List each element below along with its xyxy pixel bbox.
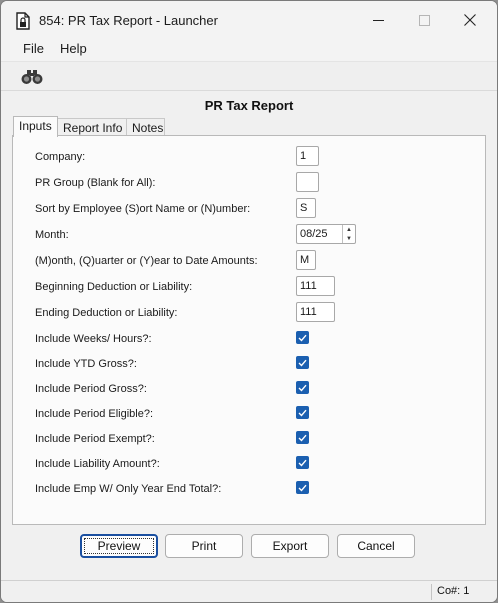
month-value: 08/25	[300, 228, 328, 240]
report-title: PR Tax Report	[204, 98, 294, 113]
mqy-label: (M)onth, (Q)uarter or (Y)ear to Date Amo…	[35, 255, 258, 267]
month-label: Month:	[35, 229, 69, 241]
binoculars-icon[interactable]	[21, 69, 43, 85]
include-ytd-gross-checkbox[interactable]	[296, 356, 309, 369]
checkmark-icon	[298, 434, 307, 442]
include-ytd-gross-label: Include YTD Gross?:	[35, 358, 137, 370]
tab-inputs[interactable]: Inputs	[13, 116, 58, 137]
status-bar: Co#: 1	[1, 580, 497, 602]
launcher-window: 854: PR Tax Report - Launcher File Help …	[0, 0, 498, 603]
print-button[interactable]: Print	[165, 534, 243, 558]
include-period-exempt-checkbox[interactable]	[296, 431, 309, 444]
minimize-icon	[372, 19, 384, 21]
ending-deduction-label: Ending Deduction or Liability:	[35, 307, 178, 319]
maximize-button[interactable]	[401, 1, 447, 39]
ending-deduction-field[interactable]: 111	[296, 302, 335, 322]
maximize-icon	[418, 14, 430, 26]
include-year-end-total-label: Include Emp W/ Only Year End Total?:	[35, 483, 222, 495]
include-period-eligible-label: Include Period Eligible?:	[35, 408, 154, 420]
month-spinner[interactable]: ▲ ▼	[342, 225, 355, 243]
company-label: Company:	[35, 151, 86, 163]
menu-help[interactable]: Help	[60, 41, 87, 56]
include-weeks-hours-checkbox[interactable]	[296, 331, 309, 344]
checkmark-icon	[298, 334, 307, 342]
beginning-deduction-label: Beginning Deduction or Liability:	[35, 281, 193, 293]
menu-file[interactable]: File	[23, 41, 44, 56]
include-liability-amount-label: Include Liability Amount?:	[35, 458, 160, 470]
sort-by-label: Sort by Employee (S)ort Name or (N)umber…	[35, 203, 251, 215]
inputs-panel: Company: 1 PR Group (Blank for All): Sor…	[12, 135, 486, 525]
include-period-gross-checkbox[interactable]	[296, 381, 309, 394]
close-icon	[464, 14, 476, 26]
checkmark-icon	[298, 484, 307, 492]
mqy-field[interactable]: M	[296, 250, 316, 270]
cancel-button[interactable]: Cancel	[337, 534, 415, 558]
checkmark-icon	[298, 384, 307, 392]
preview-button[interactable]: Preview	[80, 534, 158, 558]
close-button[interactable]	[447, 1, 493, 39]
include-liability-amount-checkbox[interactable]	[296, 456, 309, 469]
spin-up-icon[interactable]: ▲	[343, 225, 355, 234]
app-document-icon	[16, 12, 30, 30]
menu-bar: File Help	[1, 39, 497, 61]
include-period-gross-label: Include Period Gross?:	[35, 383, 147, 395]
company-field[interactable]: 1	[296, 146, 319, 166]
include-weeks-hours-label: Include Weeks/ Hours?:	[35, 333, 152, 345]
checkmark-icon	[298, 459, 307, 467]
title-bar: 854: PR Tax Report - Launcher	[1, 1, 497, 39]
pr-group-field[interactable]	[296, 172, 319, 192]
minimize-button[interactable]	[355, 1, 401, 39]
toolbar	[1, 61, 497, 91]
company-status: Co#: 1	[437, 585, 470, 597]
spin-down-icon[interactable]: ▼	[343, 234, 355, 243]
beginning-deduction-field[interactable]: 111	[296, 276, 335, 296]
include-period-exempt-label: Include Period Exempt?:	[35, 433, 155, 445]
checkmark-icon	[298, 409, 307, 417]
include-year-end-total-checkbox[interactable]	[296, 481, 309, 494]
sort-by-field[interactable]: S	[296, 198, 316, 218]
include-period-eligible-checkbox[interactable]	[296, 406, 309, 419]
export-button[interactable]: Export	[251, 534, 329, 558]
window-title: 854: PR Tax Report - Launcher	[39, 13, 218, 28]
month-field[interactable]: 08/25 ▲ ▼	[296, 224, 356, 244]
pr-group-label: PR Group (Blank for All):	[35, 177, 156, 189]
checkmark-icon	[298, 359, 307, 367]
status-divider	[431, 584, 432, 600]
